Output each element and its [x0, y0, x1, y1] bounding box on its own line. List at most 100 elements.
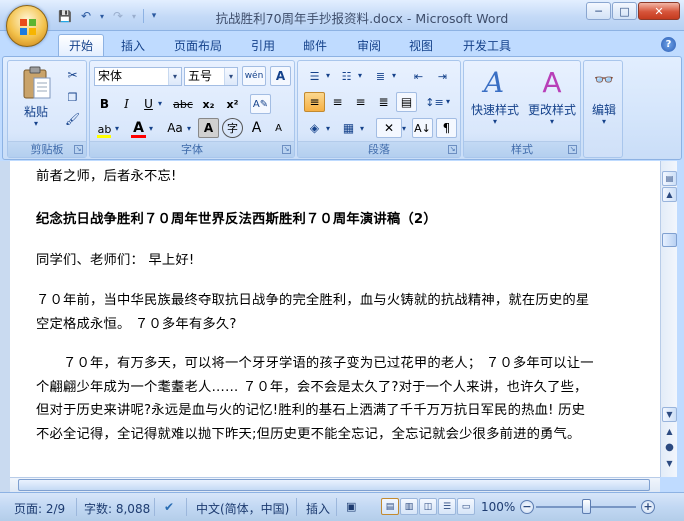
format-painter-icon[interactable]: 🖌 — [62, 109, 83, 129]
sort-icon[interactable]: A↓ — [412, 118, 433, 138]
tab-home[interactable]: 开始 — [58, 34, 104, 56]
maximize-button[interactable]: □ — [612, 2, 637, 20]
borders-dropdown-icon[interactable]: ▾ — [360, 124, 364, 133]
font-launcher-icon[interactable]: ↘ — [282, 145, 291, 154]
horizontal-scroll-thumb[interactable] — [18, 479, 650, 491]
tab-view[interactable]: 视图 — [398, 34, 444, 56]
line-spacing-icon[interactable]: ↕≡ — [424, 92, 445, 112]
borders-icon[interactable]: ▦ — [338, 118, 359, 138]
italic-button[interactable]: I — [116, 94, 137, 114]
zoom-level[interactable]: 100% — [481, 500, 515, 514]
font-name-combo[interactable]: 宋体 ▾ — [94, 67, 182, 86]
close-button[interactable]: ✕ — [638, 2, 680, 20]
increase-indent-icon[interactable]: ⇥ — [432, 66, 453, 86]
multilevel-list-icon[interactable]: ≣ — [370, 66, 391, 86]
char-border-icon[interactable]: A — [270, 66, 291, 86]
zoom-slider-thumb[interactable] — [582, 499, 591, 514]
highlight-dropdown-icon[interactable]: ▾ — [115, 124, 119, 133]
paste-dropdown-icon[interactable]: ▾ — [16, 119, 56, 128]
clipboard-launcher-icon[interactable]: ↘ — [74, 145, 83, 154]
print-layout-view-icon[interactable]: ▤ — [381, 498, 399, 515]
minimize-button[interactable]: ─ — [586, 2, 611, 20]
enclose-characters-button[interactable]: 字 — [222, 118, 243, 138]
scroll-up-icon[interactable]: ▲ — [662, 187, 677, 202]
superscript-button[interactable]: x² — [222, 94, 243, 114]
tab-insert[interactable]: 插入 — [110, 34, 156, 56]
zoom-out-icon[interactable]: − — [520, 500, 534, 514]
underline-dropdown-icon[interactable]: ▾ — [158, 99, 162, 108]
paste-icon[interactable] — [22, 66, 52, 100]
proofing-icon[interactable]: ✔ — [164, 500, 174, 514]
align-center-button[interactable]: ≡ — [327, 92, 348, 112]
tab-developer[interactable]: 开发工具 — [452, 34, 522, 56]
shading-icon[interactable]: ◈ — [304, 118, 325, 138]
tab-mailings[interactable]: 邮件 — [292, 34, 338, 56]
change-styles-dropdown-icon[interactable]: ▾ — [522, 117, 582, 126]
editing-group[interactable]: 👓 编辑 ▾ — [583, 60, 623, 158]
align-right-button[interactable]: ≡ — [350, 92, 371, 112]
shrink-font-button[interactable]: A — [268, 118, 289, 138]
font-size-combo[interactable]: 五号 ▾ — [184, 67, 238, 86]
grow-font-button[interactable]: A — [246, 118, 267, 138]
change-case-button[interactable]: Aa — [162, 118, 188, 138]
vertical-scrollbar[interactable]: ▤ ▲ ▼ ▲ ● ▼ — [660, 161, 677, 477]
macro-record-icon[interactable]: ▣ — [346, 500, 356, 513]
justify-button[interactable]: ≣ — [373, 92, 394, 112]
distributed-button[interactable]: ▤ — [396, 92, 417, 112]
styles-launcher-icon[interactable]: ↘ — [568, 145, 577, 154]
paste-label[interactable]: 粘贴 — [16, 103, 56, 120]
show-marks-icon[interactable]: ¶ — [436, 118, 457, 138]
font-name-dropdown-icon[interactable]: ▾ — [168, 68, 181, 85]
font-size-dropdown-icon[interactable]: ▾ — [224, 68, 237, 85]
document-page[interactable]: 前者之师，后者永不忘! 纪念抗日战争胜利７０周年世界反法西斯胜利７０周年演讲稿（… — [10, 161, 660, 477]
select-browse-object-icon[interactable]: ● — [662, 440, 677, 455]
full-screen-reading-view-icon[interactable]: ▥ — [400, 498, 418, 515]
tab-review[interactable]: 审阅 — [346, 34, 392, 56]
scroll-down-icon[interactable]: ▼ — [662, 407, 677, 422]
numbering-icon[interactable]: ☷ — [336, 66, 357, 86]
paragraph-launcher-icon[interactable]: ↘ — [448, 145, 457, 154]
cut-icon[interactable]: ✂ — [62, 65, 83, 85]
decrease-indent-icon[interactable]: ⇤ — [408, 66, 429, 86]
next-page-icon[interactable]: ▼ — [662, 456, 677, 471]
underline-button[interactable]: U — [138, 94, 159, 114]
change-styles-label[interactable]: 更改样式 — [522, 101, 582, 118]
strikethrough-button[interactable]: abc — [170, 94, 196, 114]
clear-formatting-icon[interactable]: A✎ — [250, 94, 271, 114]
char-shading-button[interactable]: A — [198, 118, 219, 138]
copy-icon[interactable]: ❐ — [62, 87, 83, 107]
horizontal-scrollbar[interactable] — [10, 477, 660, 492]
web-layout-view-icon[interactable]: ◫ — [419, 498, 437, 515]
change-case-dropdown-icon[interactable]: ▾ — [187, 124, 191, 133]
page-count[interactable]: 页面: 2/9 — [14, 500, 65, 517]
chinese-layout-dropdown-icon[interactable]: ▾ — [402, 124, 406, 133]
phonetic-guide-icon[interactable]: wén — [242, 66, 266, 86]
previous-page-icon[interactable]: ▲ — [662, 424, 677, 439]
outline-view-icon[interactable]: ☰ — [438, 498, 456, 515]
bullets-dropdown-icon[interactable]: ▾ — [326, 71, 330, 80]
bold-button[interactable]: B — [94, 94, 115, 114]
quick-styles-icon[interactable]: A — [478, 65, 510, 99]
tab-page-layout[interactable]: 页面布局 — [165, 34, 231, 56]
draft-view-icon[interactable]: ▭ — [457, 498, 475, 515]
font-color-dropdown-icon[interactable]: ▾ — [149, 124, 153, 133]
subscript-button[interactable]: x₂ — [198, 94, 219, 114]
bullets-icon[interactable]: ☰ — [304, 66, 325, 86]
shading-dropdown-icon[interactable]: ▾ — [326, 124, 330, 133]
multilevel-dropdown-icon[interactable]: ▾ — [392, 71, 396, 80]
office-button[interactable] — [6, 5, 48, 47]
tab-references[interactable]: 引用 — [240, 34, 286, 56]
zoom-in-icon[interactable]: + — [641, 500, 655, 514]
word-count[interactable]: 字数: 8,088 — [84, 500, 150, 517]
quick-styles-dropdown-icon[interactable]: ▾ — [466, 117, 524, 126]
language-indicator[interactable]: 中文(简体，中国) — [196, 500, 289, 517]
line-spacing-dropdown-icon[interactable]: ▾ — [446, 97, 450, 106]
help-icon[interactable]: ? — [661, 37, 676, 52]
vertical-scroll-thumb[interactable] — [662, 233, 677, 247]
numbering-dropdown-icon[interactable]: ▾ — [358, 71, 362, 80]
change-styles-icon[interactable]: A — [536, 65, 568, 99]
ruler-toggle-icon[interactable]: ▤ — [662, 171, 677, 186]
chinese-layout-icon[interactable]: ✕ — [376, 118, 402, 138]
align-left-button[interactable]: ≡ — [304, 92, 325, 112]
insert-mode-indicator[interactable]: 插入 — [306, 500, 330, 517]
